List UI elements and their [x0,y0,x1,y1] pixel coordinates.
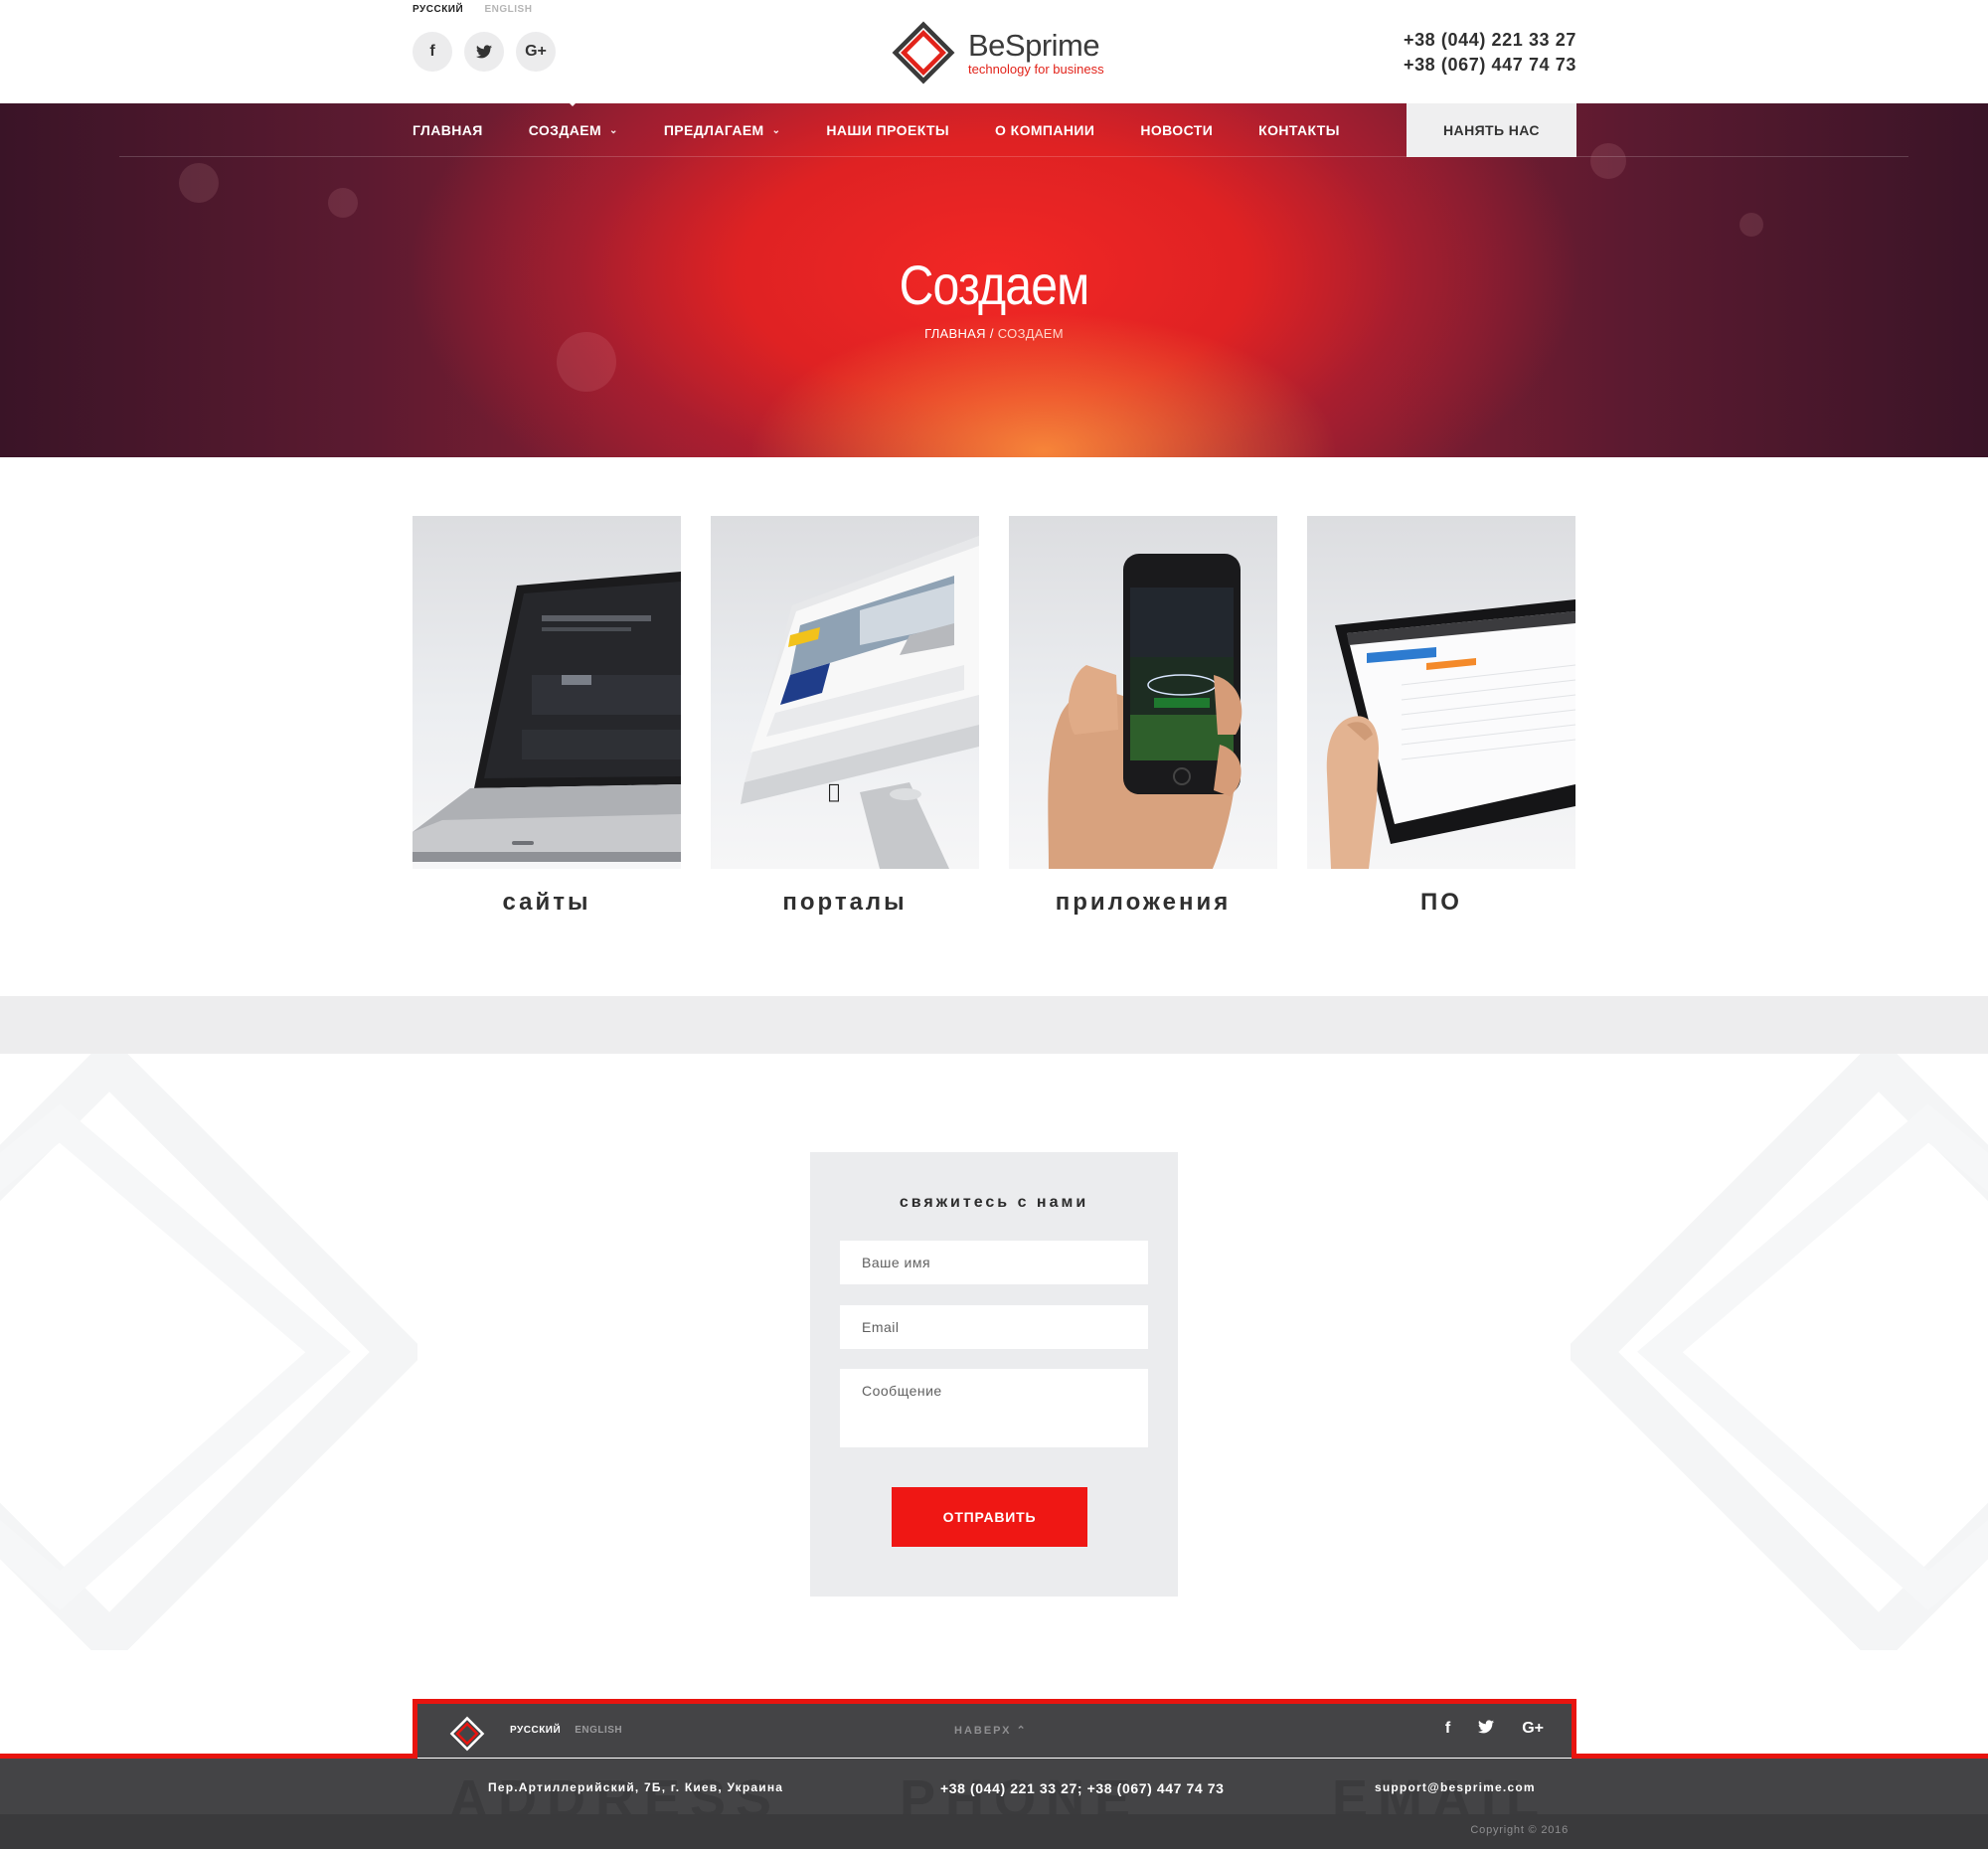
section-divider-strip [0,996,1988,1054]
main-navigation: ГЛАВНАЯ СОЗДАЕМ ⌄ ПРЕДЛАГАЕМ ⌄ НАШИ ПРОЕКТ… [0,103,1988,157]
contact-title: свяжитесь с нами [899,1194,1089,1211]
nav-about[interactable]: О КОМПАНИИ [995,122,1094,138]
monitor-mockup-image:  [711,516,979,869]
bokeh-light [328,188,358,218]
service-card-software[interactable]: ПО [1307,516,1575,917]
decorative-diamond-left [0,1054,417,1650]
submit-button[interactable]: ОТПРАВИТЬ [892,1487,1087,1547]
brand-name: BeSprime [968,27,1100,63]
tablet-in-hand-mockup-image [1307,516,1575,869]
social-links: f G+ [413,32,556,72]
name-input[interactable] [840,1241,1148,1284]
phone-1[interactable]: +38 (044) 221 33 27 [1404,28,1576,53]
service-card-apps[interactable]: приложения [1009,516,1277,917]
footer-email[interactable]: support@besprime.com [1375,1780,1536,1794]
phone-2[interactable]: +38 (067) 447 74 73 [1404,53,1576,78]
breadcrumb-separator: / [989,326,994,341]
nav-divider [119,156,1908,157]
logo-mark-icon [892,21,955,84]
breadcrumb-current: СОЗДАЕМ [997,326,1064,341]
service-card-portals[interactable]:  порталы [711,516,979,917]
google-plus-icon[interactable]: G+ [1522,1720,1544,1739]
lang-english[interactable]: ENGLISH [484,4,532,15]
facebook-icon[interactable]: f [1445,1720,1450,1739]
twitter-icon[interactable] [1478,1720,1495,1739]
chevron-up-icon: ⌃ [1016,1725,1028,1737]
footer-language-switcher: РУССКИЙ ENGLISH [510,1725,622,1736]
message-textarea[interactable] [840,1369,1148,1447]
footer-address: Пер.Артиллерийский, 7Б, г. Киев, Украина [488,1780,784,1794]
copyright-text: Copyright © 2016 [1470,1824,1569,1836]
page: РУССКИЙ ENGLISH f G+ BeSprime technology… [0,0,1988,1849]
service-label: сайты [502,889,591,916]
nav-home[interactable]: ГЛАВНАЯ [413,122,483,138]
email-input[interactable] [840,1305,1148,1349]
google-plus-icon[interactable]: G+ [516,32,556,72]
brand-tagline: technology for business [968,61,1104,77]
lang-russian[interactable]: РУССКИЙ [413,4,463,15]
breadcrumb: ГЛАВНАЯ / СОЗДАЕМ [0,326,1988,341]
nav-projects[interactable]: НАШИ ПРОЕКТЫ [826,122,949,138]
service-label: порталы [782,889,908,916]
nav-create[interactable]: СОЗДАЕМ ⌄ [529,103,618,138]
nav-news[interactable]: НОВОСТИ [1140,122,1213,138]
hire-us-button[interactable]: НАНЯТЬ НАС [1407,103,1576,157]
twitter-icon[interactable] [464,32,504,72]
footer-lang-english[interactable]: ENGLISH [575,1725,622,1736]
bokeh-light [557,332,616,392]
nav-offer[interactable]: ПРЕДЛАГАЕМ ⌄ [664,122,781,138]
service-label: приложения [1055,889,1232,916]
service-label: ПО [1420,889,1462,916]
contact-form: свяжитесь с нами ОТПРАВИТЬ [810,1152,1178,1597]
facebook-icon[interactable]: f [413,32,452,72]
phone-in-hand-mockup-image [1009,516,1277,869]
services-grid: сайты  порталы [413,516,1576,917]
back-to-top-link[interactable]: НАВЕРХ ⌃ [954,1724,1028,1737]
footer-lang-russian[interactable]: РУССКИЙ [510,1725,561,1736]
page-title: Создаем [899,253,1090,316]
footer-logo-icon[interactable] [449,1716,485,1752]
footer-bar: РУССКИЙ ENGLISH НАВЕРХ ⌃ f G+ [413,1699,1576,1758]
chevron-down-icon: ⌄ [771,124,781,136]
copyright-bar: Copyright © 2016 [0,1814,1988,1849]
language-switcher: РУССКИЙ ENGLISH [413,4,550,15]
bokeh-light [179,163,219,203]
header-phones: +38 (044) 221 33 27 +38 (067) 447 74 73 [1404,28,1576,78]
breadcrumb-home[interactable]: ГЛАВНАЯ [924,326,986,341]
brand-logo[interactable]: BeSprime technology for business [891,20,1104,85]
decorative-diamond-right [1571,1054,1988,1650]
service-card-sites[interactable]: сайты [413,516,681,917]
hero-banner: ГЛАВНАЯ СОЗДАЕМ ⌄ ПРЕДЛАГАЕМ ⌄ НАШИ ПРОЕКТ… [0,103,1988,457]
chevron-down-icon: ⌄ [609,124,618,136]
footer-phones[interactable]: +38 (044) 221 33 27; +38 (067) 447 74 73 [940,1780,1225,1796]
footer-social-links: f G+ [1445,1720,1544,1739]
laptop-mockup-image [413,516,681,869]
top-header: РУССКИЙ ENGLISH f G+ BeSprime technology… [0,0,1988,103]
nav-contacts[interactable]: КОНТАКТЫ [1258,122,1340,138]
svg-text::  [828,779,840,803]
footer-info: ADDRESS PHONE EMAIL Пер.Артиллерийский, … [0,1759,1988,1814]
bokeh-light [1740,213,1763,237]
